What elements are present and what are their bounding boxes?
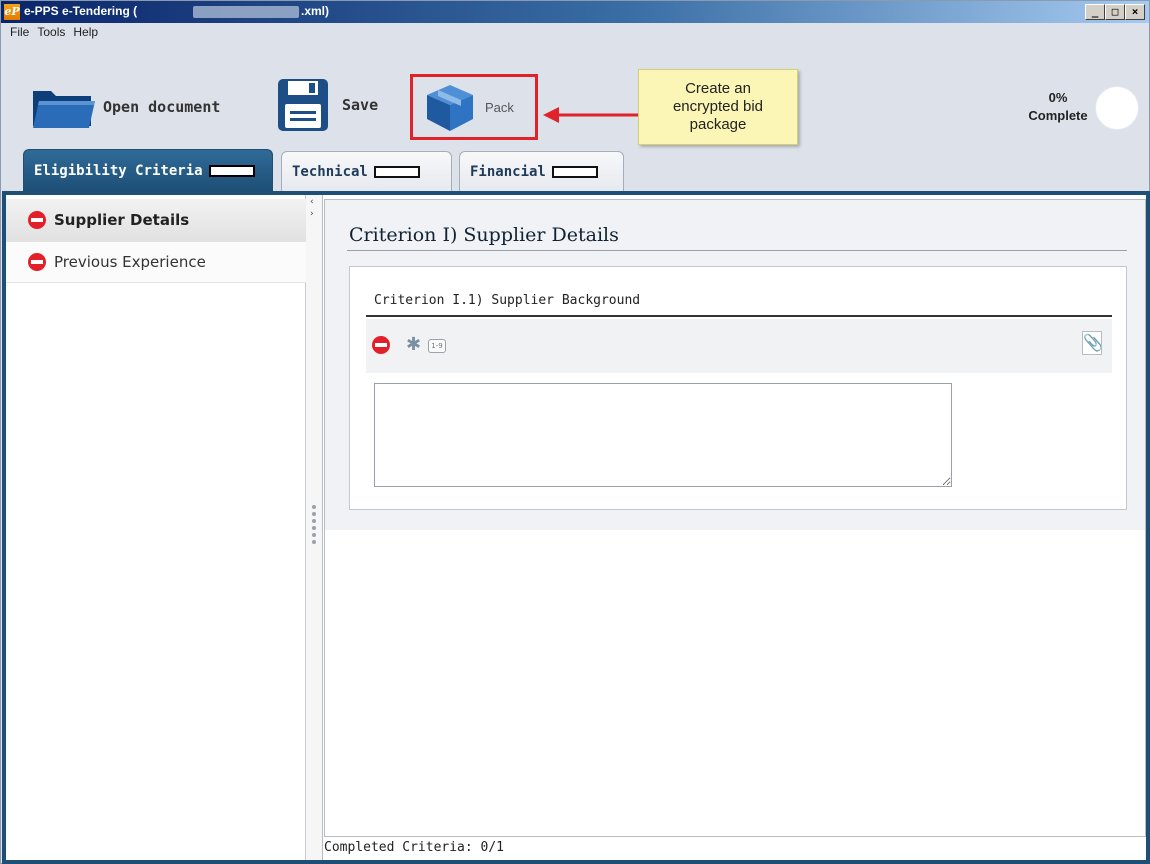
incomplete-status-icon — [28, 211, 46, 229]
tab-label: Technical — [292, 163, 368, 180]
callout-tooltip: Create an encrypted bid package — [638, 69, 798, 145]
sidebar-item-label: Previous Experience — [54, 253, 206, 271]
criteria-sidebar: Supplier Details Previous Experience — [6, 195, 306, 860]
pack-label: Pack — [485, 99, 514, 115]
numeric-input-icon: 1-9 — [428, 339, 446, 353]
incomplete-status-icon — [28, 253, 46, 271]
tab-financial[interactable]: Financial — [459, 151, 624, 191]
sub-criterion-title: Criterion I.1) Supplier Background — [374, 293, 641, 308]
app-logo-icon: eP — [4, 4, 20, 20]
criterion-panel: Criterion I) Supplier Details Criterion … — [324, 199, 1146, 837]
toolbar: Open document Save Pack Create an encryp… — [1, 41, 1149, 149]
answer-toolbar: ✱ 1-9 📎 — [366, 319, 1112, 373]
tab-eligibility-criteria[interactable]: Eligibility Criteria — [23, 149, 273, 191]
menu-bar: File Tools Help — [2, 23, 98, 41]
sidebar-item-supplier-details[interactable]: Supplier Details — [6, 199, 306, 241]
open-document-button[interactable]: Open document — [31, 85, 220, 129]
folder-icon — [33, 91, 95, 128]
sidebar-item-previous-experience[interactable]: Previous Experience — [6, 241, 306, 283]
progress-percent: 0% — [1048, 90, 1068, 105]
tab-label: Eligibility Criteria — [34, 162, 203, 179]
menu-file[interactable]: File — [10, 23, 29, 41]
progress-circle — [1095, 86, 1139, 130]
divider — [347, 250, 1127, 251]
window-title: e-PPS e-Tendering ( — [24, 4, 138, 18]
tab-status-box — [208, 164, 255, 177]
floppy-disk-icon — [278, 79, 328, 131]
menu-help[interactable]: Help — [73, 23, 98, 41]
attachment-paperclip-icon[interactable]: 📎 — [1082, 331, 1103, 355]
tab-label: Financial — [470, 163, 546, 180]
drag-handle-icon[interactable] — [312, 505, 316, 547]
expand-right-icon[interactable]: › — [310, 209, 314, 219]
pack-button[interactable]: Pack — [410, 74, 538, 140]
criterion-title: Criterion I) Supplier Details — [349, 224, 619, 246]
sidebar-item-label: Supplier Details — [54, 211, 190, 229]
tab-status-box — [373, 165, 420, 178]
incomplete-status-icon — [372, 336, 390, 354]
window-title-extension: .xml) — [301, 4, 330, 18]
menu-tools[interactable]: Tools — [37, 23, 65, 41]
save-label: Save — [342, 96, 379, 114]
window-controls: _ □ × — [1085, 4, 1145, 20]
mandatory-asterisk-icon: ✱ — [406, 334, 422, 355]
open-document-label: Open document — [103, 98, 221, 116]
progress-indicator: 0% Complete — [1023, 89, 1093, 125]
save-button[interactable]: Save — [276, 77, 378, 133]
tab-status-box — [551, 165, 598, 178]
panel-splitter[interactable]: ‹ › — [306, 195, 323, 860]
divider — [366, 315, 1112, 317]
app-window: eP e-PPS e-Tendering ( .xml) _ □ × File … — [0, 0, 1150, 864]
package-box-icon — [427, 85, 473, 131]
main-frame: Supplier Details Previous Experience ‹ ›… — [2, 191, 1150, 864]
completed-criteria-status: Completed Criteria: 0/1 — [324, 840, 505, 855]
maximize-button[interactable]: □ — [1105, 4, 1125, 20]
minimize-button[interactable]: _ — [1085, 4, 1105, 20]
progress-label: Complete — [1028, 108, 1088, 123]
tab-technical[interactable]: Technical — [281, 151, 452, 191]
redacted-filename — [193, 6, 299, 18]
callout-text: Create an encrypted bid package — [672, 80, 764, 133]
collapse-left-icon[interactable]: ‹ — [310, 197, 314, 207]
sub-criterion-box: Criterion I.1) Supplier Background ✱ 1-9… — [349, 266, 1127, 510]
close-button[interactable]: × — [1125, 4, 1145, 20]
answer-textarea[interactable] — [374, 383, 952, 487]
arrow-icon — [543, 107, 639, 123]
title-bar: eP e-PPS e-Tendering ( .xml) _ □ × — [1, 1, 1149, 23]
criterion-section: Criterion I) Supplier Details Criterion … — [325, 200, 1145, 530]
